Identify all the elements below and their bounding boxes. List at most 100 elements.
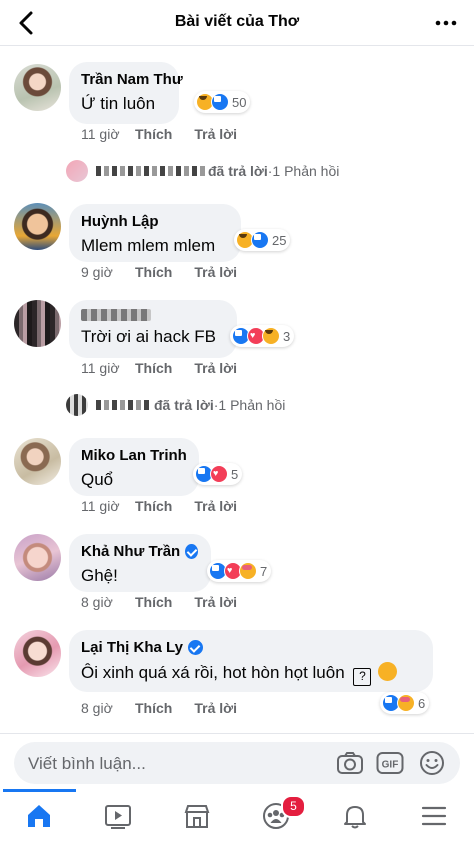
comment-time: 11 giờ <box>81 498 120 514</box>
svg-text:GIF: GIF <box>382 760 399 771</box>
like-button[interactable]: Thích <box>135 594 172 610</box>
comment-text: Mlem mlem mlem <box>81 236 216 255</box>
more-options-icon[interactable] <box>432 10 460 36</box>
tab-marketplace[interactable] <box>158 789 237 842</box>
comment-bubble[interactable]: Trời ơi ai hack FB <box>69 300 237 358</box>
reaction-summary[interactable]: 3 <box>230 325 295 347</box>
video-icon <box>105 805 131 829</box>
gif-icon[interactable]: GIF <box>376 750 404 776</box>
comment-actions: 11 giờ Thích Trả lời <box>81 498 259 514</box>
avatar[interactable] <box>14 300 61 347</box>
comment-actions: 11 giờ Thích Trả lời <box>81 360 259 376</box>
reaction-count: 25 <box>272 232 287 248</box>
comment-author[interactable]: Lại Thị Kha Ly <box>81 639 420 656</box>
replies-summary[interactable]: đã trả lời · 1 Phản hồi <box>66 394 285 416</box>
verified-badge-icon <box>185 544 198 559</box>
comment-text: Ứ tin luôn <box>81 94 156 113</box>
comment-actions: 8 giờ Thích Trả lời <box>81 594 259 610</box>
avatar[interactable] <box>14 203 61 250</box>
comment-author[interactable] <box>81 309 224 321</box>
reply-button[interactable]: Trả lời <box>194 498 237 514</box>
tab-menu[interactable] <box>395 789 474 842</box>
comment-bubble[interactable]: Lại Thị Kha Ly Ôi xinh quá xá rồi, hot h… <box>69 630 433 692</box>
author-name[interactable]: Lại Thị Kha Ly <box>81 639 183 656</box>
like-reaction-icon <box>211 93 229 111</box>
like-button[interactable]: Thích <box>135 126 172 142</box>
reply-button[interactable]: Trả lời <box>194 700 237 716</box>
smiling-face-icon <box>378 662 398 681</box>
tab-home[interactable] <box>0 789 79 842</box>
reply-button[interactable]: Trả lời <box>194 126 237 142</box>
comment-time: 8 giờ <box>81 594 113 610</box>
avatar[interactable] <box>14 438 61 485</box>
reply-button[interactable]: Trả lời <box>194 594 237 610</box>
comment-author[interactable]: Trần Nam Thư <box>81 71 183 88</box>
replies-summary[interactable]: đã trả lời · 1 Phản hồi <box>66 160 339 182</box>
comment-time: 11 giờ <box>81 360 120 376</box>
reply-count: 1 Phản hồi <box>272 163 340 179</box>
like-reaction-icon <box>251 231 269 249</box>
tab-notifications[interactable] <box>316 789 395 842</box>
care-reaction-icon <box>239 562 257 580</box>
reaction-summary[interactable]: 7 <box>207 560 272 582</box>
avatar[interactable] <box>14 64 61 111</box>
comment-actions: 11 giờ Thích Trả lời <box>81 126 259 142</box>
reaction-count: 3 <box>283 328 291 344</box>
bell-icon <box>344 806 366 829</box>
menu-icon <box>421 806 447 826</box>
comment-bubble[interactable]: Miko Lan Trinh Quổ <box>69 438 199 496</box>
reply-button[interactable]: Trả lời <box>194 360 237 376</box>
comment-bubble[interactable]: Huỳnh Lập Mlem mlem mlem <box>69 204 241 262</box>
care-reaction-icon <box>397 694 415 712</box>
blurred-name <box>96 166 206 176</box>
tab-watch[interactable] <box>79 789 158 842</box>
comment-time: 11 giờ <box>81 126 120 142</box>
comment-bubble[interactable]: Khả Như Trần Ghệ! <box>69 534 211 592</box>
reaction-summary[interactable]: 6 <box>380 692 430 714</box>
unknown-glyph-icon: ? <box>353 668 372 686</box>
comment-time: 8 giờ <box>81 700 113 716</box>
reaction-count: 50 <box>232 94 247 110</box>
comment-author[interactable]: Huỳnh Lập <box>81 213 228 230</box>
like-button[interactable]: Thích <box>135 264 172 280</box>
comment-composer: Viết bình luận... GIF <box>0 733 474 789</box>
reaction-summary[interactable]: 5 <box>193 463 243 485</box>
avatar[interactable] <box>14 630 61 677</box>
tab-groups[interactable]: 5 <box>237 789 316 842</box>
comment-text: Quổ <box>81 470 114 489</box>
reaction-summary[interactable]: 50 <box>194 91 251 113</box>
home-icon <box>28 805 50 827</box>
blurred-author-name <box>81 309 151 321</box>
replied-text: đã trả lời <box>208 163 268 179</box>
marketplace-icon <box>184 805 210 828</box>
like-button[interactable]: Thích <box>135 360 172 376</box>
comment-actions: 9 giờ Thích Trả lời <box>81 264 259 280</box>
haha-reaction-icon <box>262 327 280 345</box>
avatar[interactable] <box>14 534 61 581</box>
love-reaction-icon <box>210 465 228 483</box>
comment-bubble[interactable]: Trần Nam Thư Ứ tin luôn <box>69 62 183 124</box>
comment-placeholder: Viết bình luận... <box>28 754 146 773</box>
blurred-name <box>96 400 152 410</box>
reply-button[interactable]: Trả lời <box>194 264 237 280</box>
page-title: Bài viết của Thơ <box>174 13 300 30</box>
reaction-count: 5 <box>231 466 239 482</box>
comment-actions: 8 giờ Thích Trả lời <box>81 700 259 716</box>
reaction-count: 6 <box>418 695 426 711</box>
like-button[interactable]: Thích <box>135 498 172 514</box>
comment-text: Trời ơi ai hack FB <box>81 327 217 346</box>
author-name[interactable]: Khả Như Trần <box>81 543 180 560</box>
comment-author[interactable]: Miko Lan Trinh <box>81 447 187 464</box>
comment-input[interactable]: Viết bình luận... GIF <box>14 742 460 784</box>
emoji-icon[interactable] <box>418 750 446 776</box>
comment-text-content: Ôi xinh quá xá rồi, hot hòn họt luôn <box>81 663 345 682</box>
comment-author[interactable]: Khả Như Trần <box>81 543 198 560</box>
reaction-count: 7 <box>260 563 268 579</box>
reaction-summary[interactable]: 25 <box>234 229 291 251</box>
like-button[interactable]: Thích <box>135 700 172 716</box>
comment-text: Ghệ! <box>81 566 118 585</box>
top-bar: Bài viết của Thơ <box>0 0 474 46</box>
comment-time: 9 giờ <box>81 264 113 280</box>
verified-badge-icon <box>187 640 203 655</box>
camera-icon[interactable] <box>336 750 364 776</box>
